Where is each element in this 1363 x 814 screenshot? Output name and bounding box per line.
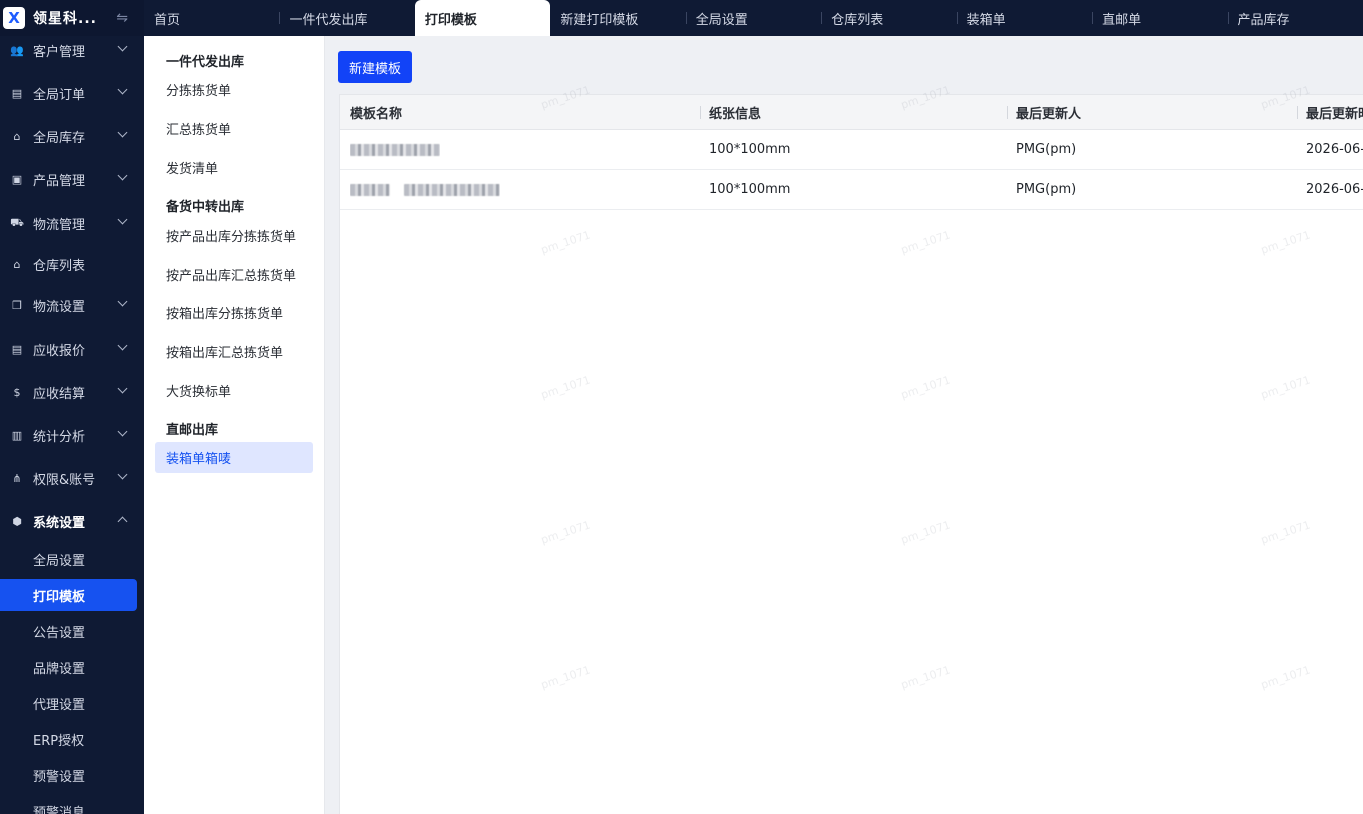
sidebar-item-warehouse[interactable]: ⌂ 全局库存	[0, 121, 144, 151]
template-type-item[interactable]: 按箱出库汇总拣货单	[166, 342, 283, 361]
sidebar-item-cubes[interactable]: ❒ 物流设置	[0, 290, 144, 320]
sidebar-item-label: 统计分析	[33, 429, 86, 445]
template-type-item[interactable]: 汇总拣货单	[166, 119, 231, 138]
sidebar-item-coin[interactable]: $ 应收结算	[0, 377, 144, 407]
cubes-icon: ❒	[12, 298, 22, 312]
main-sidebar: X 领星科... ⇋ 👥 客户管理 ▤ 全局订单 ⌂ 全局库存 ▣ 产品管理 ⛟ 物流管理 ⌂ 仓库列…	[0, 0, 144, 814]
template-group-title: 一件代发出库	[166, 55, 245, 70]
tab-item[interactable]: 首页	[144, 0, 279, 36]
sidebar-item-label: 应收结算	[33, 386, 86, 402]
tab-item[interactable]: 一件代发出库	[279, 0, 414, 36]
template-type-menu: 一件代发出库分拣拣货单汇总拣货单发货清单备货中转出库按产品出库分拣拣货单 按产品出…	[144, 36, 325, 814]
store-icon: ⌂	[13, 257, 21, 271]
table-cell-updated: 2026-06-	[1306, 182, 1363, 197]
column-header: 模板名称	[350, 107, 403, 122]
sidebar-item-users[interactable]: 👥 客户管理	[0, 35, 144, 65]
org-icon: ⋔	[12, 471, 22, 485]
box-icon: ▣	[11, 172, 23, 186]
redacted-text	[350, 143, 440, 156]
sidebar-item-box[interactable]: ▣ 产品管理	[0, 164, 144, 194]
template-type-item[interactable]: 发货清单	[166, 158, 218, 177]
template-type-item[interactable]: 按箱出库分拣拣货单	[166, 303, 283, 322]
table-header: 模板名称 纸张信息 最后更新人 最后更新时	[340, 95, 1363, 130]
column-divider	[1007, 106, 1008, 119]
sidebar-subitem[interactable]: 预警消息	[0, 795, 137, 814]
template-type-item[interactable]: 按产品出库分拣拣货单	[166, 226, 296, 245]
sidebar-subitem[interactable]: 品牌设置	[0, 651, 137, 683]
document-icon: ▤	[11, 342, 23, 356]
warehouse-icon: ⌂	[13, 129, 21, 143]
tab-item[interactable]: 全局设置	[685, 0, 821, 36]
redacted-text	[350, 183, 390, 196]
table-cell-updater: PMG(pm)	[1016, 142, 1077, 157]
sidebar-item-document[interactable]: ▤ 应收报价	[0, 334, 144, 364]
sidebar-subitem[interactable]: 打印模板	[0, 579, 137, 611]
sidebar-item-label: 产品管理	[33, 173, 86, 189]
sidebar-item-label: 物流管理	[33, 217, 86, 233]
sidebar-item-label: 权限&账号	[33, 472, 96, 488]
tab-item[interactable]: 直邮单	[1092, 0, 1227, 36]
brand-logo-icon: X	[3, 7, 25, 29]
sidebar-item-label: 物流设置	[33, 299, 86, 315]
sidebar-item-store[interactable]: ⌂ 仓库列表	[0, 249, 144, 279]
template-name-cell	[350, 170, 500, 209]
new-template-button[interactable]: 新建模板	[338, 51, 412, 83]
table-row[interactable]: 100*100mm PMG(pm) 2026-06-	[340, 170, 1363, 210]
truck-icon: ⛟	[10, 215, 24, 229]
column-divider	[1297, 106, 1298, 119]
sidebar-subitem[interactable]: ERP授权	[0, 723, 137, 755]
tab-item[interactable]: 仓库列表	[821, 0, 956, 36]
users-icon: 👥	[10, 43, 24, 57]
template-group-title: 备货中转出库	[166, 200, 245, 215]
tab-item[interactable]: 产品库存	[1227, 0, 1363, 36]
column-divider	[700, 106, 701, 119]
sidebar-item-org[interactable]: ⋔ 权限&账号	[0, 463, 144, 493]
column-header: 最后更新时	[1297, 95, 1363, 130]
sidebar-item-label: 仓库列表	[33, 258, 86, 274]
table-row[interactable]: 100*100mm PMG(pm) 2026-06-	[340, 130, 1363, 170]
template-type-item[interactable]: 大货换标单	[166, 381, 231, 400]
tab-item[interactable]: 打印模板	[414, 0, 551, 36]
sidebar-item-settings-hex[interactable]: ⬢ 系统设置	[0, 506, 144, 536]
sidebar-item-label: 客户管理	[33, 44, 86, 60]
clipboard-icon: ▤	[11, 86, 23, 100]
sidebar-subitem[interactable]: 全局设置	[0, 543, 137, 575]
column-header: 最后更新人	[1007, 95, 1081, 130]
column-header: 纸张信息	[700, 95, 761, 130]
template-type-item[interactable]: 按产品出库汇总拣货单	[166, 265, 296, 284]
collapse-sidebar-icon[interactable]: ⇋	[116, 10, 128, 26]
chart-icon: ▥	[11, 428, 23, 442]
sidebar-subitem[interactable]: 公告设置	[0, 615, 137, 647]
settings-hex-icon: ⬢	[12, 514, 22, 528]
tab-item[interactable]: 装箱单	[956, 0, 1092, 36]
sidebar-item-label: 应收报价	[33, 343, 86, 359]
template-name-cell	[350, 130, 440, 169]
template-type-item[interactable]: 分拣拣货单	[166, 80, 231, 99]
redacted-text	[404, 183, 500, 196]
coin-icon: $	[13, 385, 21, 399]
template-group-title: 直邮出库	[166, 423, 219, 438]
sidebar-item-chart[interactable]: ▥ 统计分析	[0, 420, 144, 450]
sidebar-subitem[interactable]: 代理设置	[0, 687, 137, 719]
table-cell-updated: 2026-06-	[1306, 142, 1363, 157]
sidebar-item-label: 全局库存	[33, 130, 86, 146]
table-body: 100*100mm PMG(pm) 2026-06- 100*100mm PMG(pm)…	[340, 130, 1363, 210]
table-cell-paper: 100*100mm	[709, 182, 791, 197]
template-type-item[interactable]: 装箱单箱唛	[155, 442, 313, 473]
main-content: 新建模板 模板名称 纸张信息 最后更新人 最后更新时 100*100mm PMG(pm)…	[325, 36, 1363, 814]
tab-item[interactable]: 新建打印模板	[550, 0, 685, 36]
sidebar-item-clipboard[interactable]: ▤ 全局订单	[0, 78, 144, 108]
sidebar-subitem[interactable]: 预警设置	[0, 759, 137, 791]
template-table: 模板名称 纸张信息 最后更新人 最后更新时 100*100mm PMG(pm) 2026-…	[339, 94, 1363, 814]
sidebar-item-label: 全局订单	[33, 87, 86, 103]
brand-header: X 领星科... ⇋	[0, 0, 144, 36]
sidebar-item-truck[interactable]: ⛟ 物流管理	[0, 208, 144, 238]
tab-bar: 首页 一件代发出库 打印模板 新建打印模板 全局设置 仓库列表 装箱单 直邮单 产品库存	[144, 0, 1363, 36]
table-cell-paper: 100*100mm	[709, 142, 791, 157]
table-cell-updater: PMG(pm)	[1016, 182, 1077, 197]
brand-name: 领星科...	[33, 11, 97, 27]
